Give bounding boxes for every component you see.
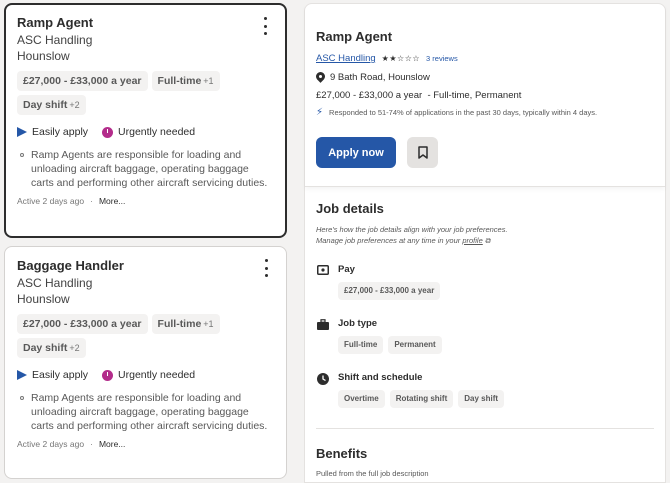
job-type-tag: Full-time (338, 336, 384, 354)
shift-tag: Rotating shift (389, 390, 454, 408)
job-card-title[interactable]: Ramp Agent (17, 14, 274, 32)
job-detail-header: Ramp Agent ASC Handling ★★☆☆☆ 3 reviews … (305, 4, 665, 187)
job-type-tag: Full-time +1 (151, 71, 220, 91)
job-card-signals: Easily apply Urgently needed (17, 126, 274, 138)
job-details-subtitle: Here's how the job details align with yo… (316, 225, 508, 245)
location-pin-icon (316, 72, 325, 83)
bookmark-icon (417, 146, 428, 159)
shift-tag: Day shift (458, 390, 505, 408)
rating-stars-icon: ★★☆☆☆ (381, 54, 421, 63)
salary-tag: £27,000 - £33,000 a year (17, 71, 148, 91)
job-detail-title: Ramp Agent (316, 29, 393, 44)
response-line: ⚡ Responded to 51-74% of applications in… (316, 107, 654, 118)
meta-separator: · (90, 196, 93, 206)
job-details-title: Job details (316, 201, 384, 216)
shift-detail: Shift and schedule Overtime Rotating shi… (316, 371, 654, 408)
posted-date: Active 2 days ago (17, 196, 85, 206)
urgent-clock-icon (102, 369, 114, 381)
benefits-subtitle: Pulled from the full job description (316, 469, 429, 478)
job-card-description: Ramp Agents are responsible for loading … (17, 148, 274, 190)
more-options-icon[interactable] (260, 259, 272, 277)
urgent-label: Urgently needed (118, 126, 196, 138)
briefcase-icon (316, 317, 329, 354)
easily-apply-icon (17, 127, 27, 137)
salary-line: £27,000 - £33,000 a year - Full-time, Pe… (316, 90, 522, 101)
response-text: Responded to 51-74% of applications in t… (329, 108, 598, 117)
posted-date: Active 2 days ago (17, 439, 85, 449)
company-link[interactable]: ASC Handling (316, 53, 376, 64)
more-link[interactable]: More... (99, 439, 125, 449)
location-line: 9 Bath Road, Hounslow (316, 72, 654, 83)
urgent-clock-icon (102, 126, 114, 138)
apply-now-button[interactable]: Apply now (316, 137, 396, 168)
profile-link[interactable]: profile (462, 236, 482, 245)
job-card-meta: Active 2 days ago · More... (17, 196, 274, 206)
job-actions: Apply now (316, 137, 654, 168)
job-detail-panel: Ramp Agent ASC Handling ★★☆☆☆ 3 reviews … (304, 3, 666, 483)
external-link-icon: ⧉ (484, 236, 491, 245)
job-card-title[interactable]: Baggage Handler (17, 257, 274, 275)
job-card-company: ASC Handling (17, 33, 93, 47)
job-search-page: Ramp Agent ASC Handling Hounslow £27,000… (0, 0, 670, 483)
shift-tag: Overtime (338, 390, 385, 408)
lightning-icon: ⚡ (316, 107, 324, 118)
job-card-tags: £27,000 - £33,000 a year Full-time +1 Day… (17, 71, 274, 115)
easily-apply-icon (17, 370, 27, 380)
more-link[interactable]: More... (99, 196, 125, 206)
job-type-tag: Permanent (388, 336, 442, 354)
job-card-company: ASC Handling (17, 276, 93, 290)
job-card-location: Hounslow (17, 49, 70, 63)
job-address: 9 Bath Road, Hounslow (330, 72, 430, 83)
shift-tag: Day shift +2 (17, 95, 86, 115)
job-card-meta: Active 2 days ago · More... (17, 439, 274, 449)
job-details-section: Job details Here's how the job details a… (305, 187, 665, 429)
more-options-icon[interactable] (259, 17, 271, 35)
job-card-tags: £27,000 - £33,000 a year Full-time +1 Day… (17, 314, 274, 358)
meta-separator: · (90, 439, 93, 449)
job-type-tag: Full-time +1 (151, 314, 220, 334)
company-line: ASC Handling ★★☆☆☆ 3 reviews (316, 53, 654, 64)
benefits-title: Benefits (316, 446, 368, 461)
pay-icon (316, 263, 329, 300)
benefits-section: Benefits Pulled from the full job descri… (305, 429, 665, 479)
job-type-label: Job type (338, 318, 378, 329)
clock-icon (316, 371, 329, 408)
job-card[interactable]: Ramp Agent ASC Handling Hounslow £27,000… (4, 3, 287, 238)
easily-apply-label: Easily apply (32, 369, 89, 381)
save-job-button[interactable] (407, 137, 438, 168)
shift-label: Shift and schedule (338, 372, 423, 383)
pay-tag: £27,000 - £33,000 a year (338, 282, 441, 300)
reviews-link[interactable]: 3 reviews (426, 54, 458, 63)
job-card[interactable]: Baggage Handler ASC Handling Hounslow £2… (4, 246, 287, 479)
pay-label: Pay (338, 264, 355, 275)
job-card-location: Hounslow (17, 292, 70, 306)
urgent-label: Urgently needed (118, 369, 196, 381)
job-card-description: Ramp Agents are responsible for loading … (17, 391, 274, 433)
easily-apply-label: Easily apply (32, 126, 89, 138)
job-type-detail: Job type Full-time Permanent (316, 317, 654, 354)
shift-tag: Day shift +2 (17, 338, 86, 358)
pay-detail: Pay £27,000 - £33,000 a year (316, 263, 654, 300)
salary-tag: £27,000 - £33,000 a year (17, 314, 148, 334)
job-card-signals: Easily apply Urgently needed (17, 369, 274, 381)
